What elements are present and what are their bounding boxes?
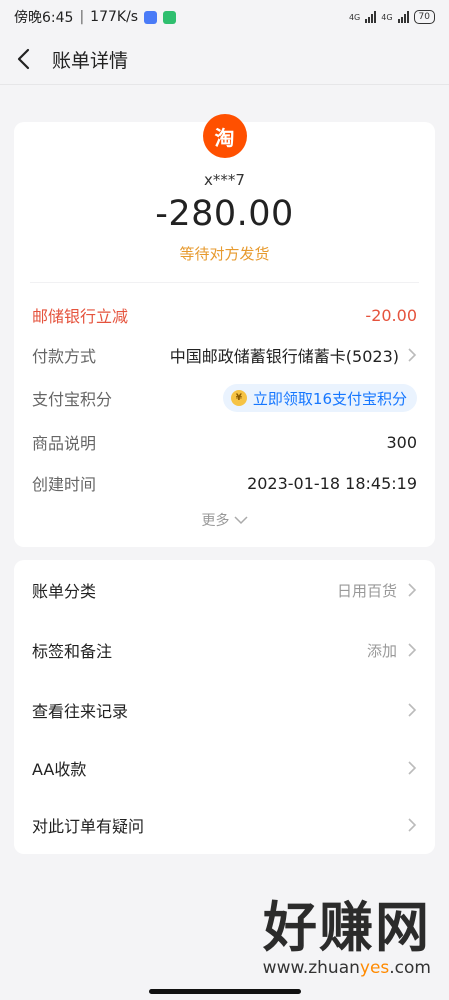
chevron-down-icon [233,516,248,525]
status-time: 傍晚6:45 [14,10,74,26]
back-icon[interactable] [16,47,40,71]
bill-category-value: 日用百货 [336,581,397,600]
created-time-row: 创建时间 2023-01-18 18:45:19 [32,471,417,495]
status-separator: | [79,9,85,25]
tags-notes-value: 添加 [366,641,397,660]
signal-icon-2 [397,11,409,23]
merchant-name: x***7 [204,171,245,189]
divider [30,282,419,283]
product-description-value: 300 [386,432,417,452]
chevron-right-icon [408,643,417,657]
nav-bar: 账单详情 [0,34,449,85]
product-description-label: 商品说明 [32,434,97,453]
chevron-right-icon [408,761,417,775]
home-indicator[interactable] [148,989,301,994]
aa-collect-row[interactable]: AA收款 [32,753,417,783]
network-type-2: 4G [381,12,393,22]
bill-category-label: 账单分类 [32,582,97,601]
taobao-logo-icon: 淘 [202,114,247,158]
page-title: 账单详情 [52,49,129,72]
alipay-points-row: 支付宝积分 ¥ 立即领取16支付宝积分 [32,384,417,412]
transaction-history-row[interactable]: 查看往来记录 [32,695,417,725]
chevron-right-icon [408,818,417,832]
bill-amount: -280.00 [155,194,294,234]
order-question-label: 对此订单有疑问 [32,817,145,836]
status-bar: 傍晚6:45 | 177K/s 4G 4G 70 [0,0,449,34]
order-question-row[interactable]: 对此订单有疑问 [32,810,417,840]
payment-method-value: 中国邮政储蓄银行储蓄卡(5023) [169,347,399,366]
bill-detail-card: 淘 x***7 -280.00 等待对方发货 邮储银行立减 -20.00 付款方… [14,114,435,547]
bill-category-row[interactable]: 账单分类 日用百货 [32,575,417,605]
watermark-title: 好赚网 [263,896,431,959]
order-status: 等待对方发货 [179,245,270,263]
wechat-notification-icon [163,10,177,24]
transaction-history-label: 查看往来记录 [32,702,129,721]
more-button[interactable]: 更多 [14,510,435,530]
chevron-right-icon [408,348,417,362]
coin-icon: ¥ [230,390,247,406]
tags-notes-label: 标签和备注 [32,642,113,661]
signal-icon [365,11,377,23]
claim-points-button[interactable]: ¥ 立即领取16支付宝积分 [222,384,417,412]
status-network-speed: 177K/s [90,9,139,25]
aa-collect-label: AA收款 [32,760,87,779]
created-time-value: 2023-01-18 18:45:19 [247,473,417,493]
tags-notes-row[interactable]: 标签和备注 添加 [32,635,417,665]
discount-row: 邮储银行立减 -20.00 [32,303,417,327]
created-time-label: 创建时间 [32,475,97,494]
battery-level: 70 [418,12,430,22]
watermark-domain: www.zhuanyes.com [262,958,431,978]
notification-app-icon [144,10,158,24]
merchant-logo-text: 淘 [214,125,235,150]
payment-method-label: 付款方式 [32,347,97,366]
discount-label: 邮储银行立减 [32,307,129,326]
discount-value: -20.00 [365,305,417,325]
alipay-points-label: 支付宝积分 [32,390,113,409]
product-description-row: 商品说明 300 [32,430,417,454]
battery-icon: 70 [413,10,435,24]
chevron-right-icon [408,583,417,597]
payment-method-row[interactable]: 付款方式 中国邮政储蓄银行储蓄卡(5023) [32,343,417,367]
watermark: 好赚网 www.zhuanyes.com [262,896,431,979]
chevron-right-icon [408,703,417,717]
claim-points-text: 立即领取16支付宝积分 [252,389,407,408]
bill-actions-card: 账单分类 日用百货 标签和备注 添加 查看往来记录 AA收款 对此订单有疑问 [14,560,435,854]
more-label: 更多 [201,513,230,529]
network-type-1: 4G [348,12,361,22]
